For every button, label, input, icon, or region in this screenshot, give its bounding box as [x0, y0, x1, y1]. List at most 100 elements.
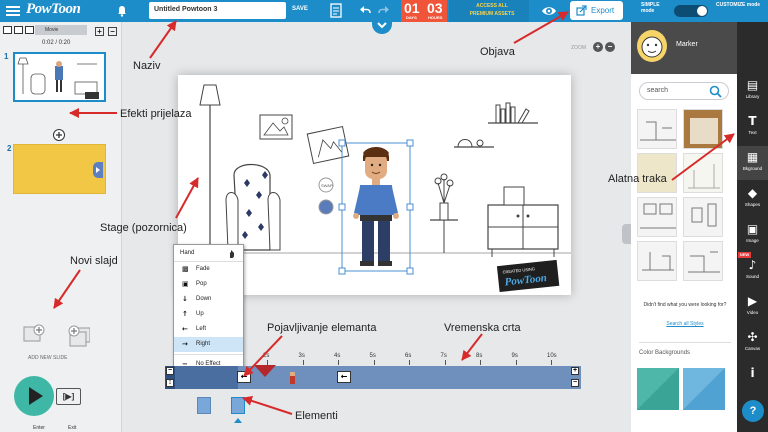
menu-item-up[interactable]: ↑ Up [174, 307, 243, 322]
expand-panel-icon[interactable] [622, 224, 631, 244]
help-button[interactable]: ? [742, 400, 764, 422]
arrow-left-icon: ← [182, 325, 188, 333]
timeline-entrance-segment[interactable] [175, 366, 238, 389]
background-thumbnail[interactable] [637, 109, 677, 149]
timer-hours: 03 [427, 0, 443, 16]
menu-item-fade[interactable]: ▩ Fade [174, 262, 243, 277]
tool-image[interactable]: ▣ Image [737, 218, 768, 252]
timeline-tick [515, 360, 517, 365]
slide-number: 2 [7, 144, 12, 153]
add-slide-plus-icon[interactable]: + [95, 27, 104, 36]
not-found-text: Didn't find what you were looking for? [643, 302, 727, 308]
play-button[interactable] [14, 376, 54, 416]
add-new-slide-icon[interactable] [22, 322, 90, 348]
annotation-alatna: Alatna traka [608, 173, 667, 185]
timeline-tick-label: 7s [440, 353, 447, 359]
zoom-in-icon[interactable]: + [593, 42, 603, 52]
timeline-tick [444, 360, 446, 365]
slide-thumbnail-1[interactable] [13, 52, 106, 102]
app-logo[interactable]: PowToon [26, 1, 81, 18]
title-input[interactable]: Untitled Powtoon 3 [149, 2, 286, 19]
tool-library[interactable]: ▤ Library [737, 74, 768, 108]
bell-icon[interactable] [116, 5, 128, 17]
redo-icon[interactable] [378, 4, 390, 16]
color-swatch-teal[interactable] [637, 368, 679, 410]
simple-mode-label[interactable]: SIMPLE mode [641, 2, 671, 14]
character-marker-icon [290, 372, 295, 384]
list-view-icon[interactable] [14, 26, 23, 34]
slides-view-icon[interactable] [25, 26, 34, 34]
tool-background[interactable]: ▦ Bkground [737, 146, 768, 180]
timeline-tick [302, 360, 304, 365]
mode-toggle[interactable] [674, 5, 708, 17]
tab-movie[interactable]: Movie [35, 25, 87, 35]
undo-icon[interactable] [359, 4, 371, 16]
document-icon[interactable] [330, 3, 342, 18]
library-panel: Marker search Didn't find what you were … [631, 22, 737, 432]
background-thumbnail[interactable] [637, 197, 677, 237]
tool-video[interactable]: ▶ Video [737, 290, 768, 324]
library-icon: ▤ [746, 78, 759, 92]
tool-shapes[interactable]: ◆ Shapes [737, 182, 768, 216]
tool-text[interactable]: T Text [737, 110, 768, 144]
annotation-elementi: Elementi [295, 410, 338, 422]
background-thumbnail[interactable] [637, 241, 677, 281]
selected-element-caret-icon [234, 418, 242, 423]
play-step-button[interactable]: [▶] [56, 388, 81, 405]
track-expand-button[interactable]: ↕ [166, 379, 174, 387]
track-collapse-button[interactable]: − [166, 367, 174, 375]
zoom-out-icon[interactable]: − [605, 42, 615, 52]
menu-item-pop[interactable]: ▣ Pop [174, 277, 243, 292]
tool-info[interactable]: i [737, 362, 768, 396]
color-swatch-blue[interactable] [683, 368, 725, 410]
menu-item-right[interactable]: → Right [174, 337, 243, 352]
customize-mode-label[interactable]: CUSTOMIZE mode [716, 2, 762, 8]
tool-sound[interactable]: ♪ Sound [737, 254, 768, 288]
export-button[interactable]: Export [570, 1, 623, 20]
playhead-icon[interactable] [252, 364, 278, 378]
add-new-slide-label[interactable]: ADD NEW SLIDE [28, 355, 67, 361]
remove-slide-minus-icon[interactable]: − [108, 27, 117, 36]
zoom-timeline-in-button[interactable]: + [571, 367, 579, 375]
background-thumbnail[interactable] [683, 197, 723, 237]
background-thumbnail[interactable] [683, 153, 723, 193]
tool-canvas[interactable]: ✣ Canvas [737, 326, 768, 360]
timeline-tick-label: 2s [263, 353, 270, 359]
menu-icon[interactable] [6, 4, 20, 18]
slide-arrow-icon[interactable] [93, 162, 103, 178]
background-thumbnail[interactable] [683, 109, 723, 149]
timeline-tick-label: 5s [369, 353, 376, 359]
fade-icon: ▩ [182, 265, 189, 273]
style-name: Marker [676, 41, 698, 48]
menu-divider [174, 354, 243, 355]
transition-effect-icon[interactable] [53, 129, 65, 141]
save-button[interactable]: SAVE [292, 6, 308, 12]
search-all-styles-link[interactable]: Search all Styles [639, 321, 731, 327]
enter-effect-marker-icon[interactable]: ← [237, 371, 251, 383]
menu-item-label: Down [196, 296, 212, 302]
background-thumbnail[interactable] [683, 241, 723, 281]
search-icon[interactable] [709, 85, 722, 98]
tool-bar: ▤ Library T Text ▦ Bkground ◆ Shapes ▣ Image … [737, 22, 768, 432]
annotation-objava: Objava [480, 46, 515, 58]
element-thumbnail-selected[interactable] [231, 397, 245, 414]
grid-view-icon[interactable] [3, 26, 12, 34]
section-divider [639, 342, 731, 343]
premium-assets-banner[interactable]: ACCESS ALL PREMIUM ASSETS [449, 0, 529, 22]
menu-item-left[interactable]: ← Left [174, 322, 243, 337]
collapse-topbar-button[interactable] [372, 18, 392, 34]
promo-timer[interactable]: 01 03 DAYS HOURS [401, 0, 447, 22]
zoom-timeline-out-button[interactable]: − [571, 379, 579, 387]
element-thumbnail[interactable] [197, 397, 211, 414]
pop-icon: ▣ [182, 280, 189, 288]
preview-eye-icon[interactable] [541, 3, 557, 19]
swap-button[interactable]: SWAP [321, 183, 333, 188]
timer-days-label: DAYS [406, 15, 417, 20]
exit-effect-marker-icon[interactable]: ← [337, 371, 351, 383]
slide-thumbnail-2[interactable] [13, 144, 106, 194]
menu-item-down[interactable]: ↓ Down [174, 292, 243, 307]
timer-days: 01 [404, 0, 420, 16]
timeline-tick-label: 3s [298, 353, 305, 359]
style-avatar[interactable] [637, 30, 667, 62]
exit-label: Exit [68, 425, 77, 431]
